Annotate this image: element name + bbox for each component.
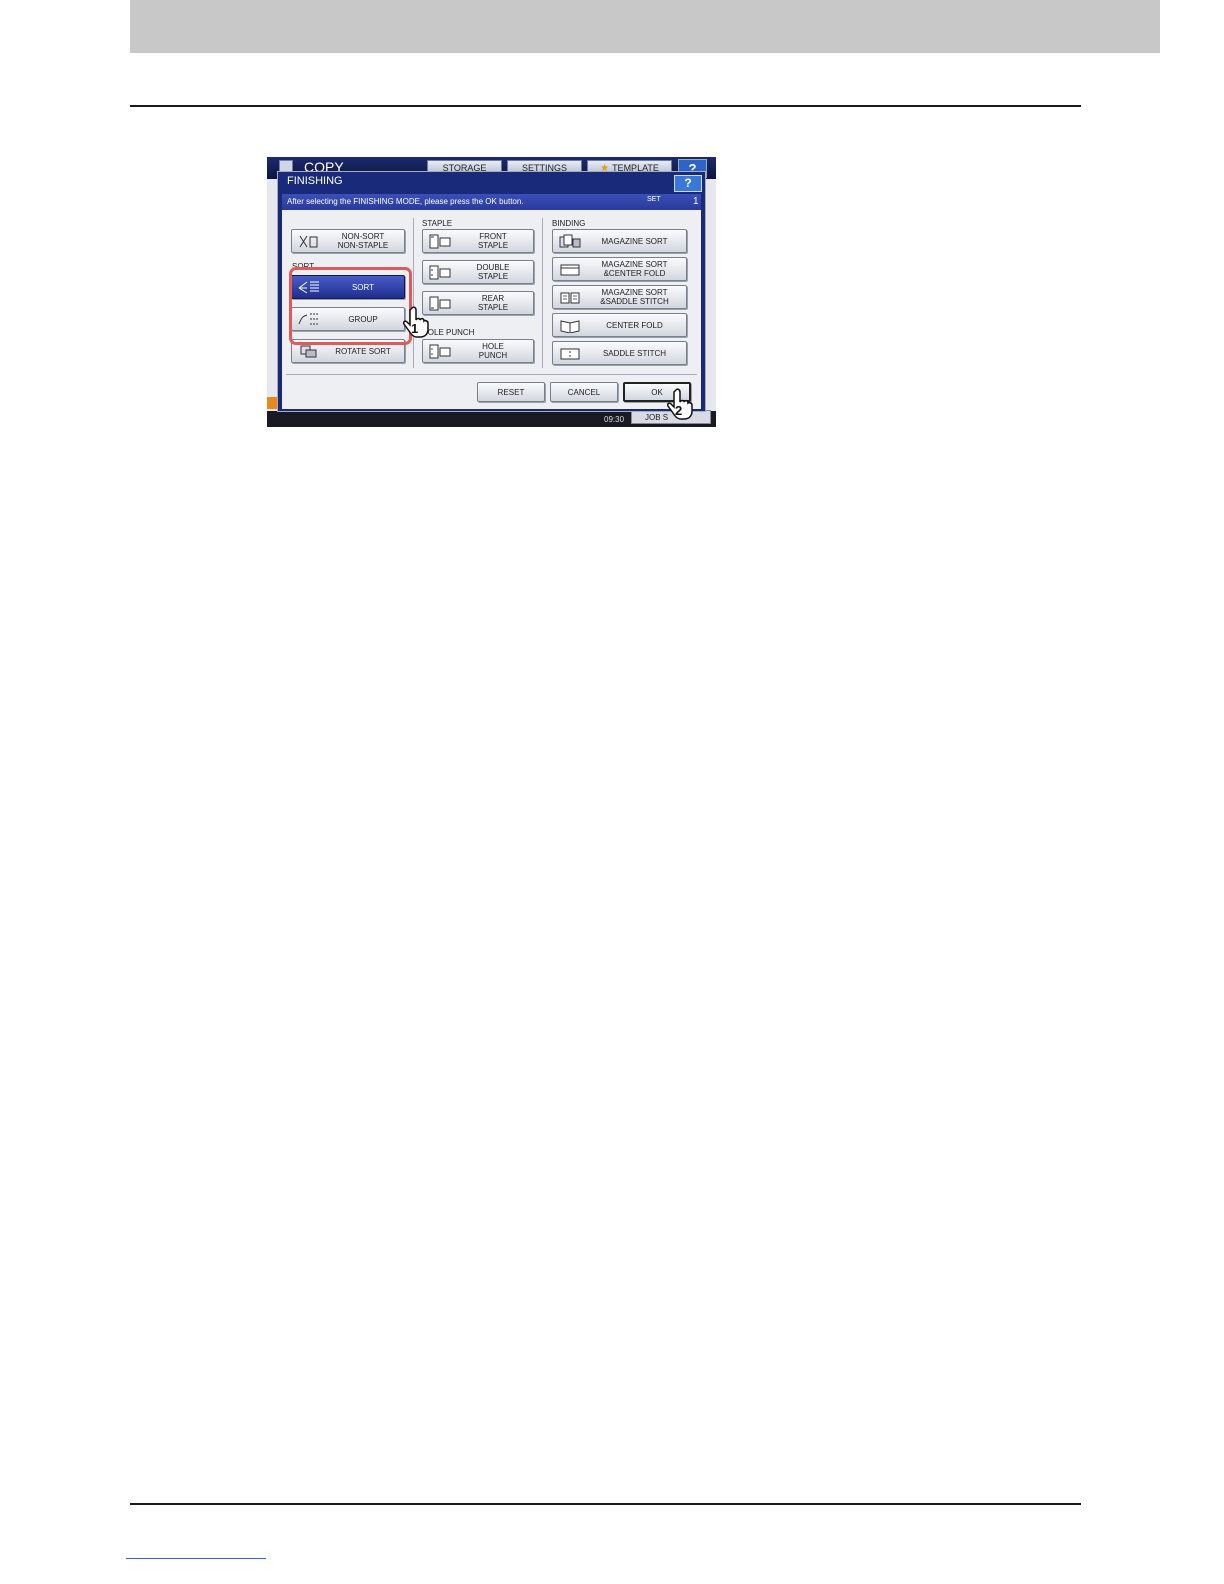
step-1-label: 1 (411, 321, 418, 336)
double-staple-label-1: DOUBLE (476, 263, 510, 272)
footer-link-underline (126, 1558, 266, 1559)
hand-pointer-icon: 1 (403, 306, 429, 338)
double-staple-icon (429, 265, 451, 280)
hole-punch-label-1: HOLE (482, 342, 504, 351)
magazine-sort-label: MAGAZINE SORT (601, 236, 668, 246)
rotate-sort-icon (300, 345, 317, 358)
mss-label-1: MAGAZINE SORT (601, 288, 668, 297)
info-bar: After selecting the FINISHING MODE, plea… (282, 194, 701, 210)
divider (542, 218, 543, 368)
cancel-button[interactable]: CANCEL (550, 382, 618, 402)
non-sort-non-staple-button[interactable]: NON-SORT NON-STAPLE (291, 229, 405, 253)
center-fold-label: CENTER FOLD (606, 320, 663, 330)
sort-group-highlight (289, 267, 412, 345)
header-band (130, 0, 1160, 53)
double-staple-button[interactable]: DOUBLE STAPLE (422, 260, 534, 284)
center-fold-icon (560, 320, 580, 333)
hole-punch-icon (429, 344, 451, 359)
section-binding: BINDING (552, 219, 586, 228)
info-message: After selecting the FINISHING MODE, plea… (287, 197, 524, 206)
rear-staple-button[interactable]: REAR STAPLE (422, 291, 534, 315)
set-label: SET (647, 196, 661, 203)
book-open-icon (560, 292, 580, 304)
saddle-stitch-icon (560, 348, 580, 360)
front-staple-button[interactable]: FRONT STAPLE (422, 229, 534, 253)
front-staple-label-2: STAPLE (477, 241, 509, 250)
non-sort-icon (299, 235, 318, 248)
non-sort-label-1: NON-SORT (341, 232, 385, 241)
cancel-label: CANCEL (567, 387, 601, 397)
divider (413, 218, 414, 368)
front-staple-icon (429, 234, 451, 249)
clock: 09:30 (604, 415, 625, 424)
hand-pointer-icon: 2 (667, 388, 693, 420)
reset-button[interactable]: RESET (477, 382, 545, 402)
dialog-help-button[interactable]: ? (674, 175, 702, 192)
section-staple: STAPLE (422, 219, 453, 228)
hole-punch-button[interactable]: HOLE PUNCH (422, 339, 534, 363)
set-value: 1 (693, 196, 699, 207)
dialog-title: FINISHING (287, 175, 343, 187)
magazine-sort-icon (559, 234, 581, 248)
hole-punch-label-2: PUNCH (478, 351, 508, 360)
top-rule (130, 105, 1081, 107)
mcf-label-2: &CENTER FOLD (603, 269, 666, 278)
front-staple-label-1: FRONT (479, 232, 507, 241)
center-fold-button[interactable]: CENTER FOLD (552, 313, 687, 337)
step-2-label: 2 (675, 403, 682, 418)
mss-label-2: &SADDLE STITCH (600, 297, 669, 306)
divider (286, 374, 697, 375)
book-icon (560, 264, 580, 276)
copier-screenshot: COPY STORAGE SETTINGS ★ TEMPLATE ? 09:30 … (267, 157, 716, 427)
magazine-saddle-stitch-button[interactable]: MAGAZINE SORT &SADDLE STITCH (552, 285, 687, 309)
non-sort-label-2: NON-STAPLE (337, 241, 389, 250)
mcf-label-1: MAGAZINE SORT (601, 260, 668, 269)
rear-staple-label-1: REAR (481, 294, 505, 303)
rear-staple-label-2: STAPLE (477, 303, 509, 312)
magazine-center-fold-button[interactable]: MAGAZINE SORT &CENTER FOLD (552, 257, 687, 281)
saddle-stitch-button[interactable]: SADDLE STITCH (552, 341, 687, 365)
double-staple-label-2: STAPLE (477, 272, 509, 281)
saddle-stitch-label: SADDLE STITCH (602, 348, 667, 358)
bottom-rule (130, 1503, 1081, 1505)
magazine-sort-button[interactable]: MAGAZINE SORT (552, 229, 687, 253)
reset-label: RESET (497, 387, 525, 397)
